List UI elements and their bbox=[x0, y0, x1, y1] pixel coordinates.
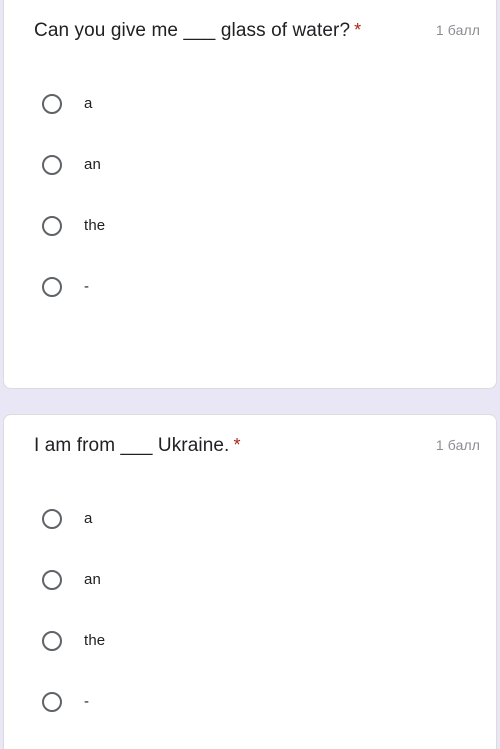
question-2-option-dash[interactable]: - bbox=[4, 671, 496, 732]
question-1-option-the[interactable]: the bbox=[4, 195, 496, 256]
question-2-points-badge: 1 балл bbox=[435, 437, 480, 453]
radio-icon[interactable] bbox=[42, 154, 62, 175]
option-label: the bbox=[84, 216, 106, 234]
radio-icon[interactable] bbox=[42, 276, 62, 297]
radio-icon[interactable] bbox=[42, 215, 62, 236]
question-2-option-an[interactable]: an bbox=[4, 549, 496, 610]
question-1-options: a an the - bbox=[4, 46, 496, 317]
question-2-option-a[interactable]: a bbox=[4, 488, 496, 549]
option-label: a bbox=[84, 94, 93, 112]
question-1-option-a[interactable]: a bbox=[4, 73, 496, 134]
radio-icon[interactable] bbox=[42, 569, 62, 590]
question-2-title-text: I am from ___ Ukraine. bbox=[34, 435, 230, 456]
question-2-options: a an the - bbox=[4, 461, 496, 732]
question-2-option-the[interactable]: the bbox=[4, 610, 496, 671]
question-card-1[interactable]: Can you give me ___ glass of water? * 1 б… bbox=[3, 0, 497, 389]
question-1-title: Can you give me ___ glass of water? * bbox=[34, 15, 361, 46]
radio-icon[interactable] bbox=[42, 630, 62, 651]
question-1-title-text: Can you give me ___ glass of water? bbox=[34, 20, 351, 41]
option-label: the bbox=[84, 631, 106, 649]
option-label: - bbox=[84, 692, 90, 710]
option-label: - bbox=[84, 277, 90, 295]
option-label: an bbox=[84, 570, 101, 588]
radio-icon[interactable] bbox=[42, 93, 62, 114]
question-1-option-dash[interactable]: - bbox=[4, 256, 496, 317]
question-2-title: I am from ___ Ukraine. * bbox=[34, 430, 241, 461]
question-2-required-asterisk: * bbox=[233, 435, 241, 455]
question-2-header: I am from ___ Ukraine. * 1 балл bbox=[4, 415, 496, 461]
question-card-2[interactable]: I am from ___ Ukraine. * 1 балл a an the … bbox=[3, 414, 497, 749]
form-scroll-area[interactable]: Can you give me ___ glass of water? * 1 б… bbox=[0, 0, 500, 749]
option-label: a bbox=[84, 509, 93, 527]
question-1-points-badge: 1 балл bbox=[435, 22, 480, 38]
question-1-required-asterisk: * bbox=[354, 20, 362, 40]
option-label: an bbox=[84, 155, 101, 173]
question-1-header: Can you give me ___ glass of water? * 1 б… bbox=[4, 0, 496, 46]
radio-icon[interactable] bbox=[42, 508, 62, 529]
radio-icon[interactable] bbox=[42, 691, 62, 712]
question-1-option-an[interactable]: an bbox=[4, 134, 496, 195]
